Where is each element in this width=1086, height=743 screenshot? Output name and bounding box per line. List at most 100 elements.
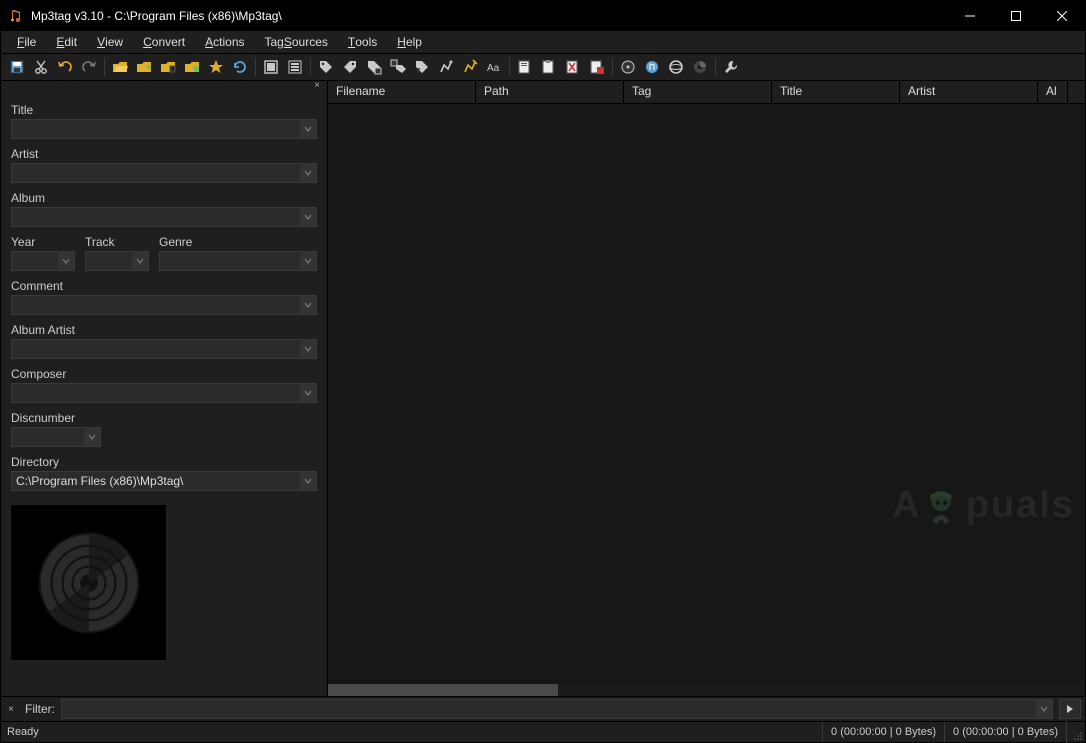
undo-button[interactable] <box>54 56 76 78</box>
folder-open-button[interactable] <box>109 56 131 78</box>
dropdown-icon[interactable] <box>300 340 316 358</box>
dropdown-icon[interactable] <box>132 252 148 270</box>
menu-convert[interactable]: Convert <box>133 31 195 53</box>
save-button[interactable] <box>6 56 28 78</box>
disc-icon <box>34 528 144 638</box>
actions-icon <box>438 59 454 75</box>
musicbrainz-button[interactable] <box>641 56 663 78</box>
menu-file[interactable]: File <box>7 31 46 53</box>
dropdown-icon[interactable] <box>58 252 74 270</box>
text-to-tag-icon <box>366 59 382 75</box>
column-header-al[interactable]: Al <box>1038 81 1068 103</box>
select-all-button[interactable] <box>260 56 282 78</box>
track-field[interactable] <box>85 251 149 271</box>
folder-star-button[interactable] <box>181 56 203 78</box>
resize-grip-icon[interactable] <box>1066 721 1085 743</box>
album-artist-field[interactable] <box>11 339 317 359</box>
filter-input[interactable] <box>61 699 1053 719</box>
refresh-button[interactable] <box>229 56 251 78</box>
tag-to-text-button[interactable] <box>387 56 409 78</box>
invert-selection-button[interactable] <box>284 56 306 78</box>
genre-field[interactable] <box>159 251 317 271</box>
discogs-button[interactable] <box>617 56 639 78</box>
menu-help[interactable]: Help <box>387 31 432 53</box>
filename-to-tag-button[interactable] <box>339 56 361 78</box>
discnumber-field[interactable] <box>11 427 101 447</box>
dropdown-icon[interactable] <box>300 164 316 182</box>
favorite-icon <box>208 59 224 75</box>
autonumber-button[interactable] <box>411 56 433 78</box>
text-to-tag-button[interactable] <box>363 56 385 78</box>
filename-to-tag-icon <box>342 59 358 75</box>
filter-label: Filter: <box>25 702 55 716</box>
cover-art-placeholder[interactable] <box>11 505 166 660</box>
file-list-body[interactable]: A puals <box>328 104 1085 696</box>
remove-tag-button[interactable] <box>562 56 584 78</box>
filter-go-button[interactable] <box>1059 699 1081 719</box>
copy-tag-button[interactable] <box>514 56 536 78</box>
remove-tag-ext-icon <box>589 59 605 75</box>
menu-tools[interactable]: Tools <box>338 31 387 53</box>
cut-button[interactable] <box>30 56 52 78</box>
tools-button[interactable] <box>720 56 742 78</box>
column-header-filename[interactable]: Filename <box>328 81 476 103</box>
toolbar-separator <box>255 58 256 76</box>
menu-view[interactable]: View <box>87 31 133 53</box>
dropdown-icon[interactable] <box>300 208 316 226</box>
quick-actions-button[interactable] <box>459 56 481 78</box>
freedb-button[interactable] <box>689 56 711 78</box>
album-label: Album <box>11 191 317 205</box>
tag-panel-close-icon[interactable]: × <box>311 79 323 91</box>
dropdown-icon[interactable] <box>300 120 316 138</box>
toolbar-separator <box>104 58 105 76</box>
folder-up-icon <box>160 59 176 75</box>
directory-field[interactable]: C:\Program Files (x86)\Mp3tag\ <box>11 471 317 491</box>
case-convert-button[interactable]: Aa <box>483 56 505 78</box>
title-field[interactable] <box>11 119 317 139</box>
menu-tag-sources[interactable]: Tag Sources <box>255 31 338 53</box>
title-label: Title <box>11 103 317 117</box>
close-button[interactable] <box>1039 1 1085 31</box>
dropdown-icon[interactable] <box>300 384 316 402</box>
year-field[interactable] <box>11 251 75 271</box>
folder-open-icon <box>112 59 128 75</box>
horizontal-scrollbar[interactable] <box>328 684 1085 696</box>
menu-edit[interactable]: Edit <box>46 31 87 53</box>
column-header-title[interactable]: Title <box>772 81 900 103</box>
status-total: 0 (00:00:00 | 0 Bytes) <box>944 722 1066 742</box>
actions-button[interactable] <box>435 56 457 78</box>
album-field[interactable] <box>11 207 317 227</box>
freedb-icon <box>692 59 708 75</box>
filter-bar: × Filter: <box>1 696 1085 721</box>
case-convert-icon: Aa <box>486 59 502 75</box>
favorite-button[interactable] <box>205 56 227 78</box>
scrollbar-thumb[interactable] <box>328 684 558 696</box>
year-label: Year <box>11 235 75 249</box>
minimize-button[interactable] <box>947 1 993 31</box>
tag-to-filename-icon <box>318 59 334 75</box>
artist-field[interactable] <box>11 163 317 183</box>
paste-tag-button[interactable] <box>538 56 560 78</box>
save-icon <box>9 59 25 75</box>
comment-field[interactable] <box>11 295 317 315</box>
column-header-tag[interactable]: Tag <box>624 81 772 103</box>
status-ready: Ready <box>1 726 39 738</box>
maximize-button[interactable] <box>993 1 1039 31</box>
column-header-artist[interactable]: Artist <box>900 81 1038 103</box>
dropdown-icon[interactable] <box>300 472 316 490</box>
dropdown-icon[interactable] <box>1036 700 1052 718</box>
filter-close-icon[interactable]: × <box>5 704 17 715</box>
menu-actions[interactable]: Actions <box>195 31 254 53</box>
dropdown-icon[interactable] <box>300 296 316 314</box>
add-folder-button[interactable] <box>133 56 155 78</box>
dropdown-icon[interactable] <box>84 428 100 446</box>
content-area: × Title Artist Album <box>1 81 1085 696</box>
remove-tag-ext-button[interactable] <box>586 56 608 78</box>
cddb-button[interactable] <box>665 56 687 78</box>
composer-field[interactable] <box>11 383 317 403</box>
tag-to-filename-button[interactable] <box>315 56 337 78</box>
folder-up-button[interactable] <box>157 56 179 78</box>
column-header-path[interactable]: Path <box>476 81 624 103</box>
dropdown-icon[interactable] <box>300 252 316 270</box>
redo-button[interactable] <box>78 56 100 78</box>
